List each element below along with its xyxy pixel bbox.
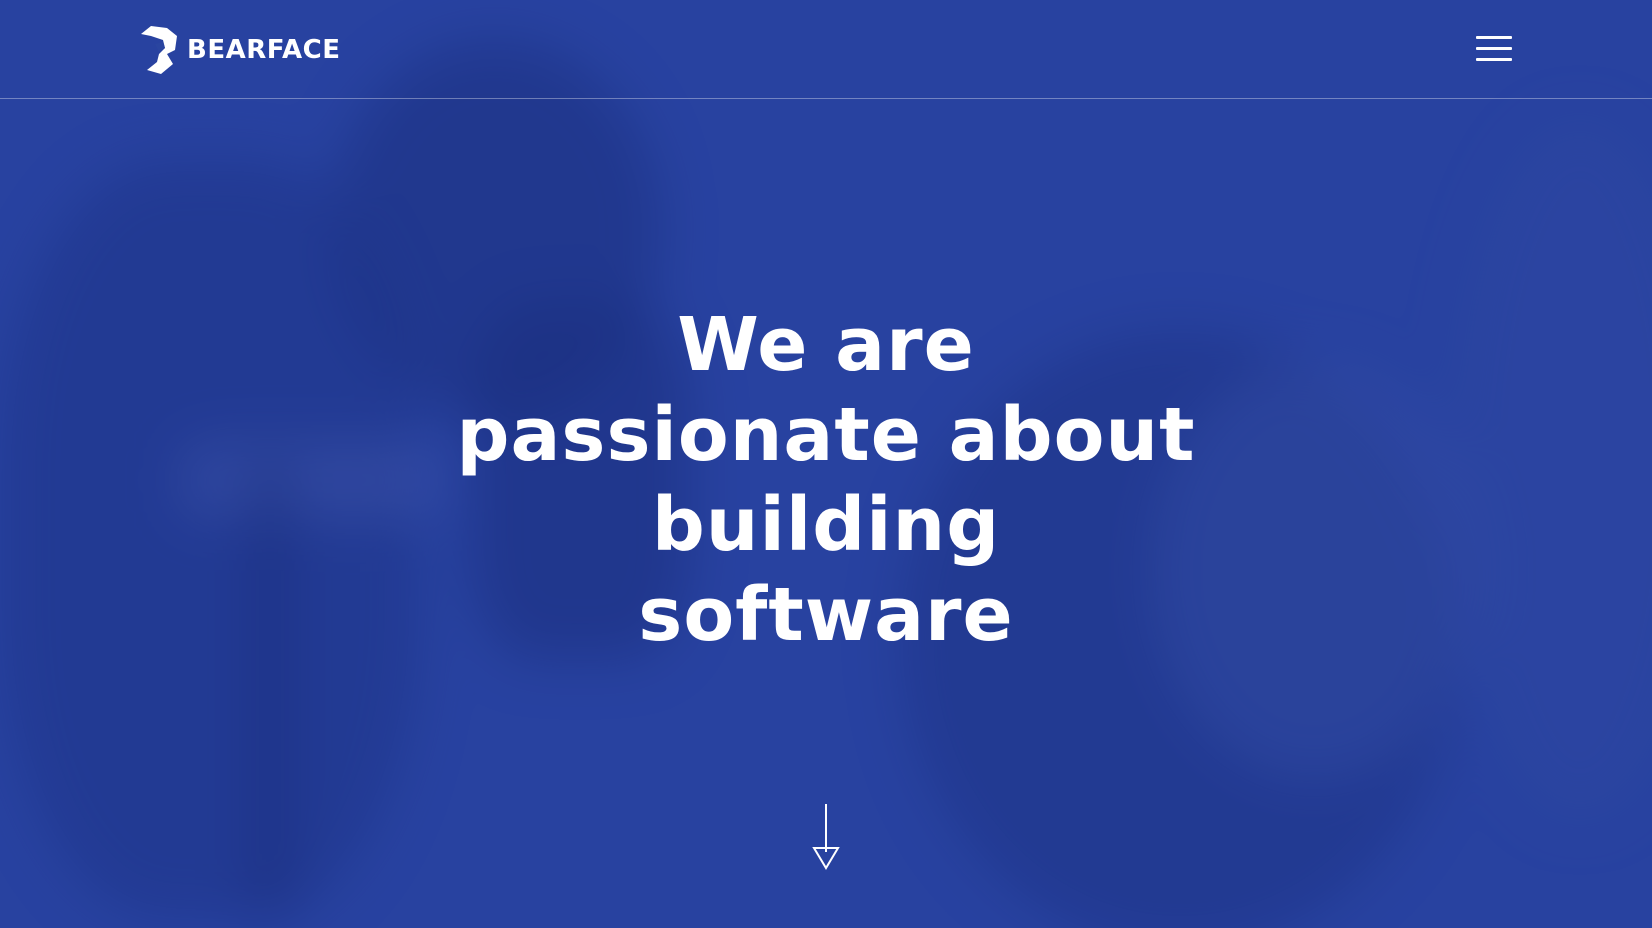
headline-line: software bbox=[638, 572, 1014, 658]
arrow-down-icon[interactable] bbox=[810, 804, 842, 870]
headline-line: We are bbox=[677, 302, 975, 388]
headline-line: passionate about bbox=[456, 392, 1196, 478]
bear-head-icon bbox=[141, 26, 177, 74]
brand-logo[interactable]: BEARFACE bbox=[137, 24, 340, 76]
brand-name: BEARFACE bbox=[187, 35, 341, 65]
hero-section: BEARFACE We are passionate about buildin… bbox=[0, 0, 1652, 928]
hamburger-menu-icon[interactable] bbox=[1474, 36, 1514, 64]
site-header: BEARFACE bbox=[0, 0, 1652, 99]
hero-headline: We are passionate about building softwar… bbox=[376, 300, 1276, 660]
headline-line: building bbox=[651, 482, 1001, 568]
